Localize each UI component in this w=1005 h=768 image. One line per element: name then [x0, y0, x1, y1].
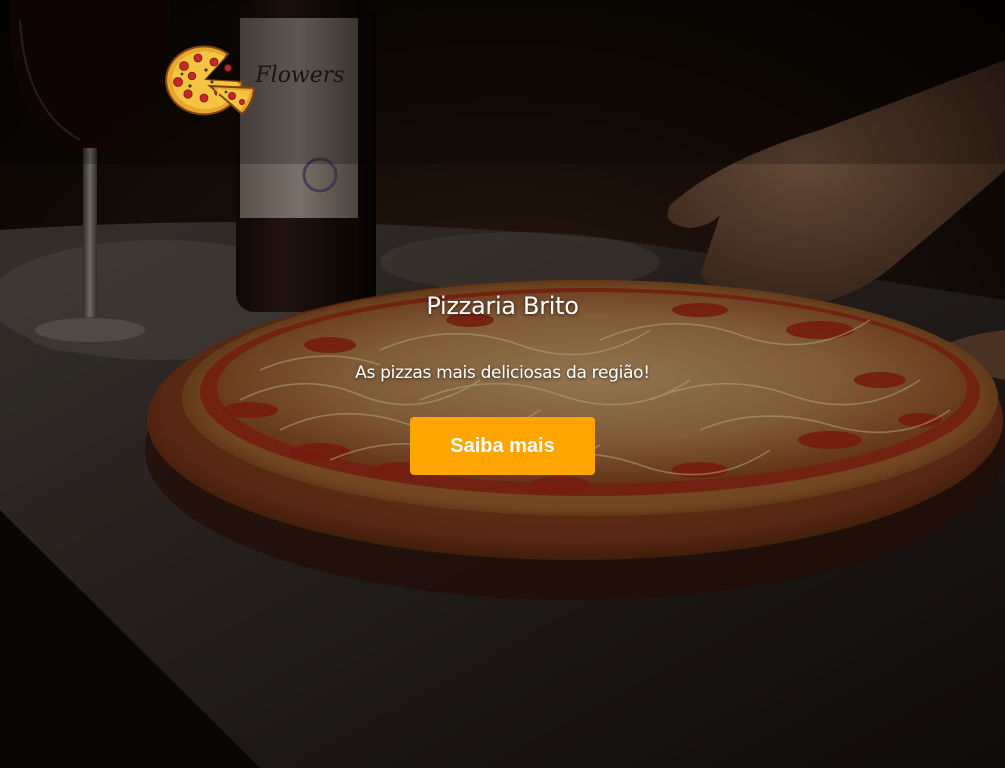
saiba-mais-button[interactable]: Saiba mais — [410, 417, 595, 475]
hero-content: Pizzaria Brito As pizzas mais deliciosas… — [0, 285, 1005, 475]
page-title: Pizzaria Brito — [426, 292, 579, 320]
pizza-slice-logo-icon[interactable] — [162, 42, 258, 118]
hero-section: Flowers Pizzaria Brito As pizzas mais de… — [0, 0, 1005, 768]
top-header-bar — [0, 0, 1005, 164]
hero-subtitle: As pizzas mais deliciosas da região! — [355, 363, 650, 383]
